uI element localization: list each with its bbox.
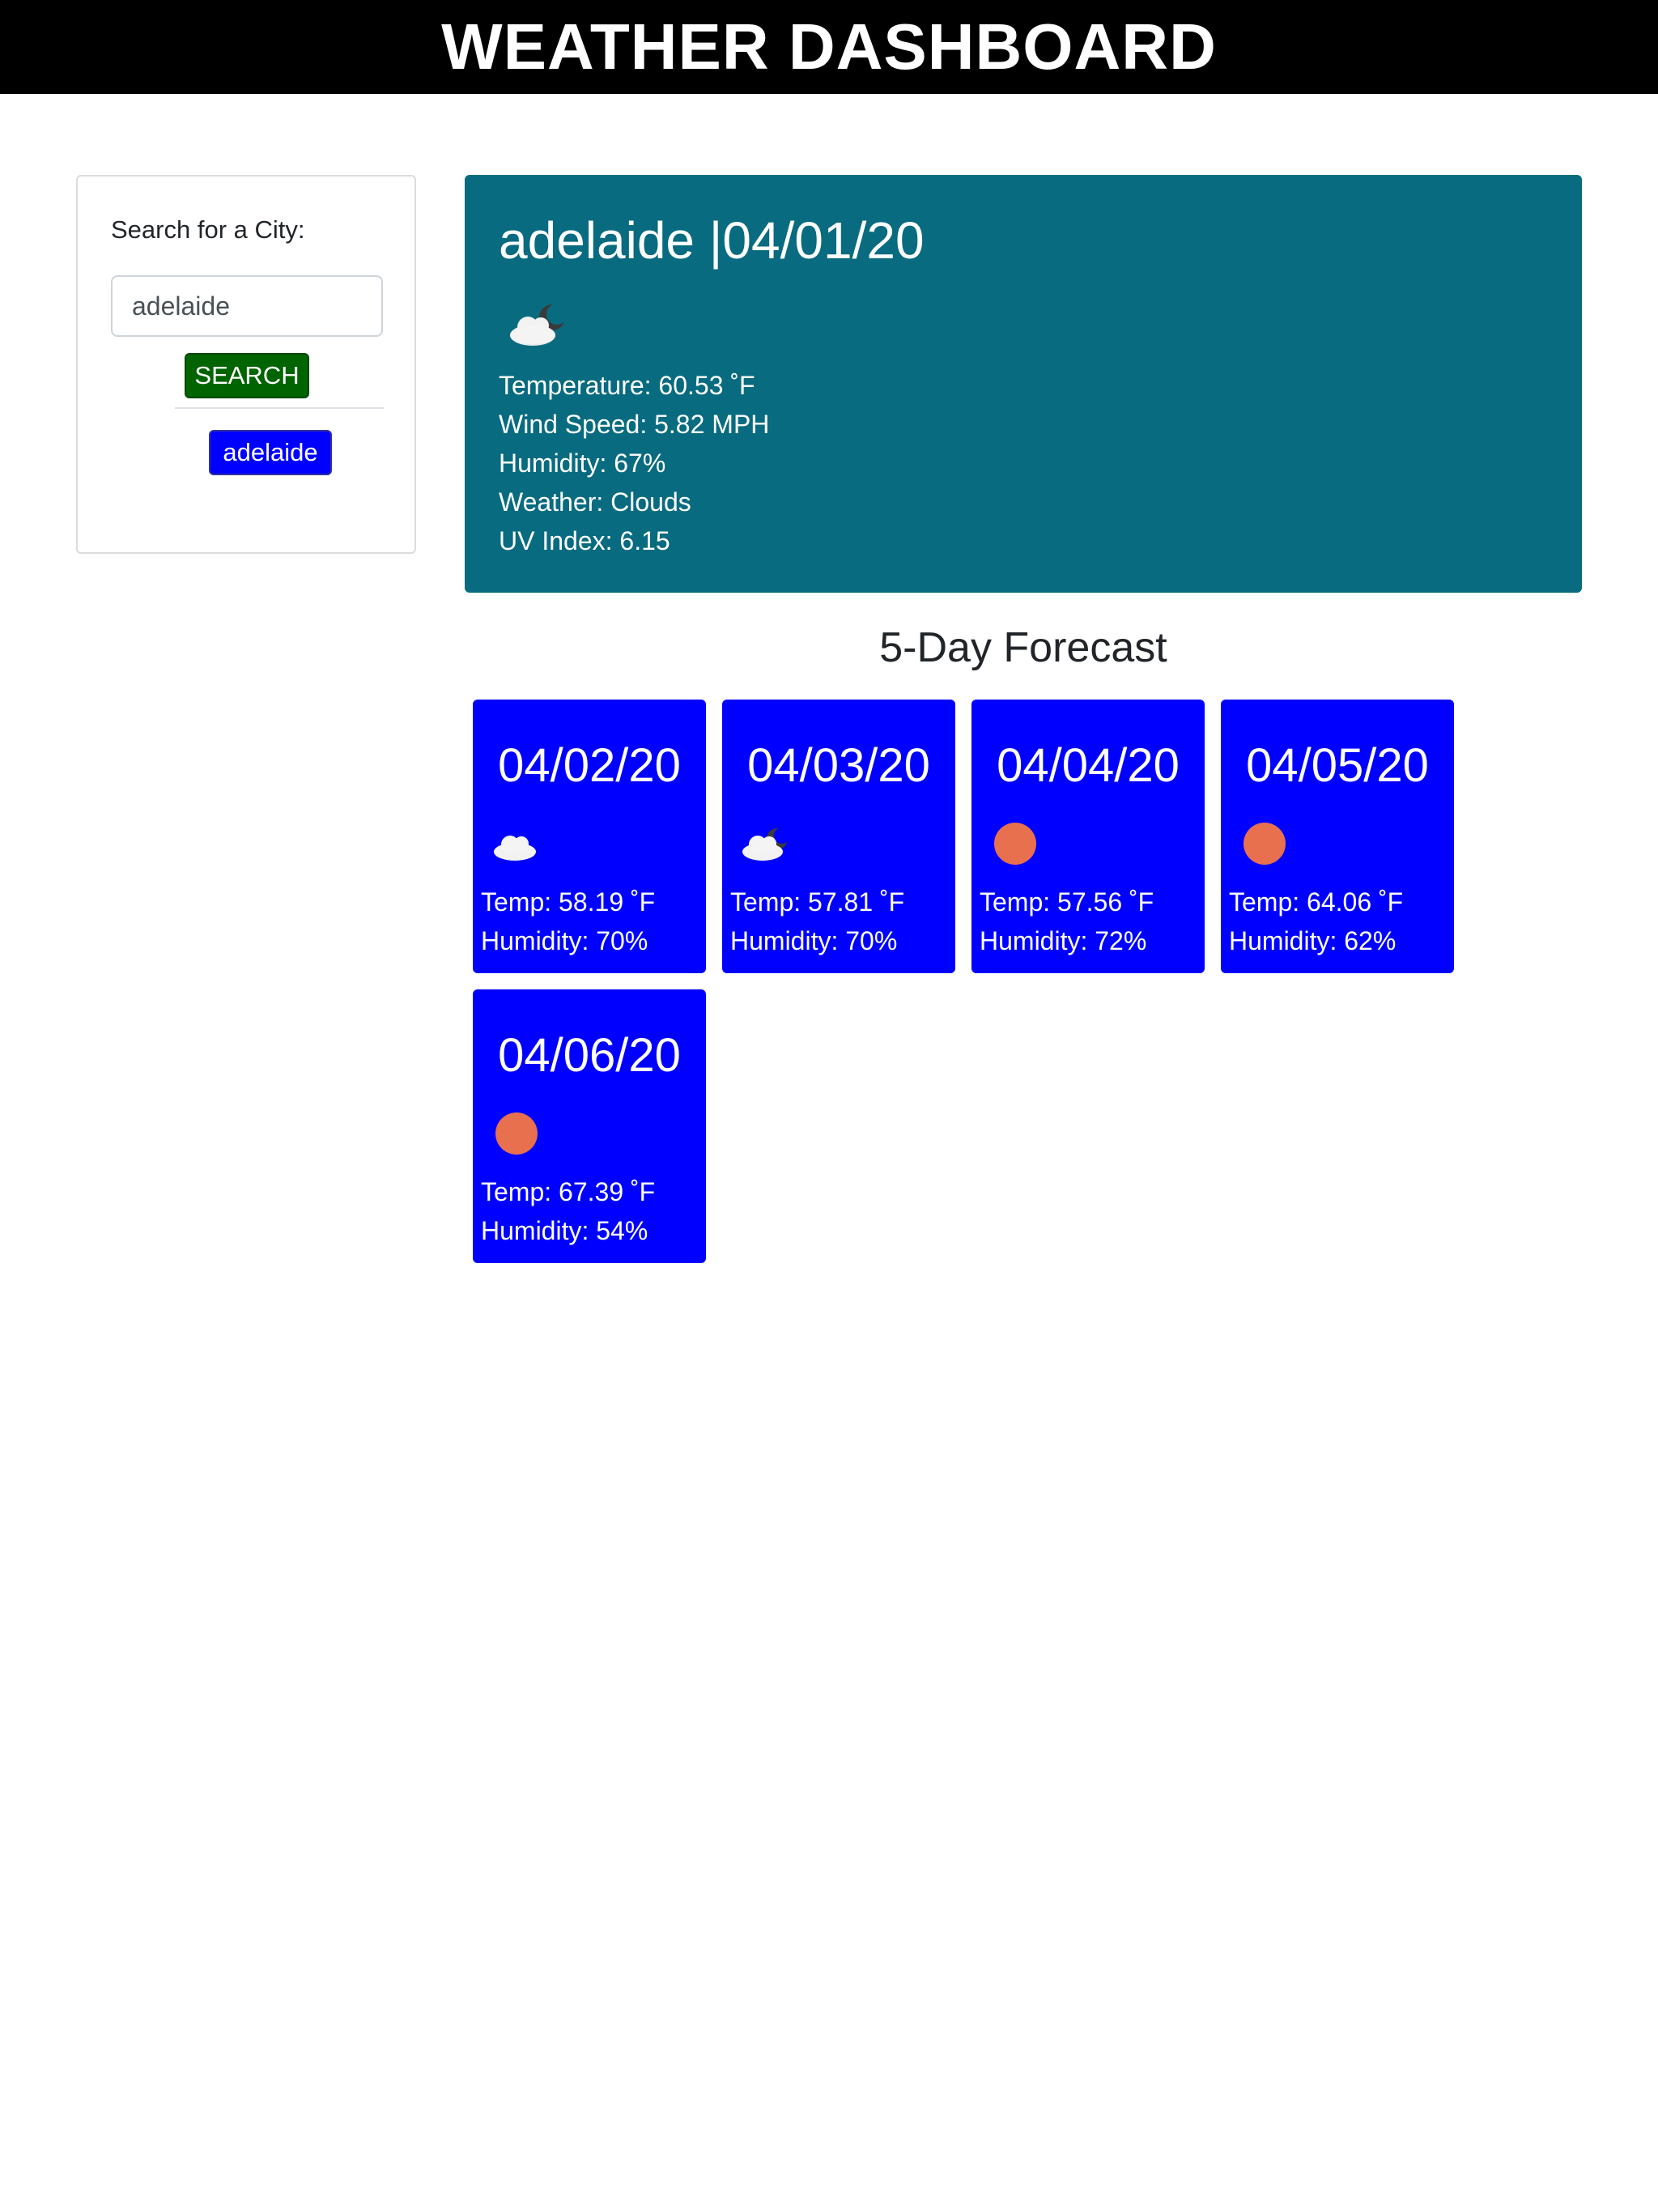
- forecast-humidity: Humidity: 70%: [481, 926, 648, 955]
- forecast-card: 04/03/20 Temp: 57.81 ˚F Humidity: 70%: [722, 700, 955, 973]
- cloud-night-icon: [742, 827, 790, 861]
- forecast-humidity: Humidity: 72%: [980, 926, 1147, 955]
- forecast-temperature: Temp: 64.06 ˚F: [1229, 887, 1404, 917]
- forecast-temperature: Temp: 58.19 ˚F: [481, 887, 656, 917]
- history-city-button[interactable]: adelaide: [209, 430, 332, 475]
- forecast-humidity: Humidity: 54%: [481, 1216, 648, 1245]
- cloud-night-icon: [510, 304, 568, 346]
- forecast-date: 04/06/20: [498, 1029, 681, 1082]
- forecast-card: 04/04/20 Temp: 57.56 ˚F Humidity: 72%: [971, 700, 1205, 973]
- forecast-date: 04/02/20: [498, 739, 681, 792]
- forecast-card: 04/02/20 Temp: 58.19 ˚F Humidity: 70%: [473, 700, 706, 973]
- current-city-date: adelaide |04/01/20: [499, 211, 925, 270]
- sun-icon: [994, 823, 1036, 865]
- search-label: Search for a City:: [111, 215, 305, 244]
- forecast-heading: 5-Day Forecast: [879, 624, 1167, 671]
- search-panel: Search for a City: SEARCH adelaide: [76, 175, 416, 554]
- forecast-temperature: Temp: 67.39 ˚F: [481, 1177, 656, 1206]
- forecast-card: 04/05/20 Temp: 64.06 ˚F Humidity: 62%: [1221, 700, 1454, 973]
- forecast-humidity: Humidity: 70%: [730, 926, 898, 955]
- forecast-humidity: Humidity: 62%: [1229, 926, 1397, 955]
- current-uv-index: UV Index: 6.15: [499, 526, 670, 555]
- forecast-date: 04/03/20: [747, 739, 930, 792]
- current-weather-description: Weather: Clouds: [499, 487, 691, 517]
- current-weather-card: adelaide |04/01/20 Temperature: 60.53 ˚F…: [465, 175, 1582, 593]
- current-humidity: Humidity: 67%: [499, 449, 666, 478]
- divider: [175, 407, 384, 409]
- forecast-temperature: Temp: 57.56 ˚F: [980, 887, 1154, 917]
- page-title: WEATHER DASHBOARD: [441, 11, 1217, 83]
- current-wind-speed: Wind Speed: 5.82 MPH: [499, 410, 770, 439]
- forecast-date: 04/04/20: [997, 739, 1180, 792]
- app-header: WEATHER DASHBOARD: [0, 0, 1658, 94]
- forecast-card: 04/06/20 Temp: 67.39 ˚F Humidity: 54%: [473, 989, 706, 1263]
- current-temperature: Temperature: 60.53 ˚F: [499, 371, 755, 400]
- sun-icon: [495, 1112, 538, 1155]
- city-search-input[interactable]: [111, 275, 383, 337]
- search-button[interactable]: SEARCH: [185, 353, 309, 398]
- sun-icon: [1244, 823, 1286, 865]
- cloud-icon: [494, 836, 536, 861]
- forecast-temperature: Temp: 57.81 ˚F: [730, 887, 905, 917]
- forecast-date: 04/05/20: [1246, 739, 1429, 792]
- current-details: Temperature: 60.53 ˚F Wind Speed: 5.82 M…: [499, 366, 769, 560]
